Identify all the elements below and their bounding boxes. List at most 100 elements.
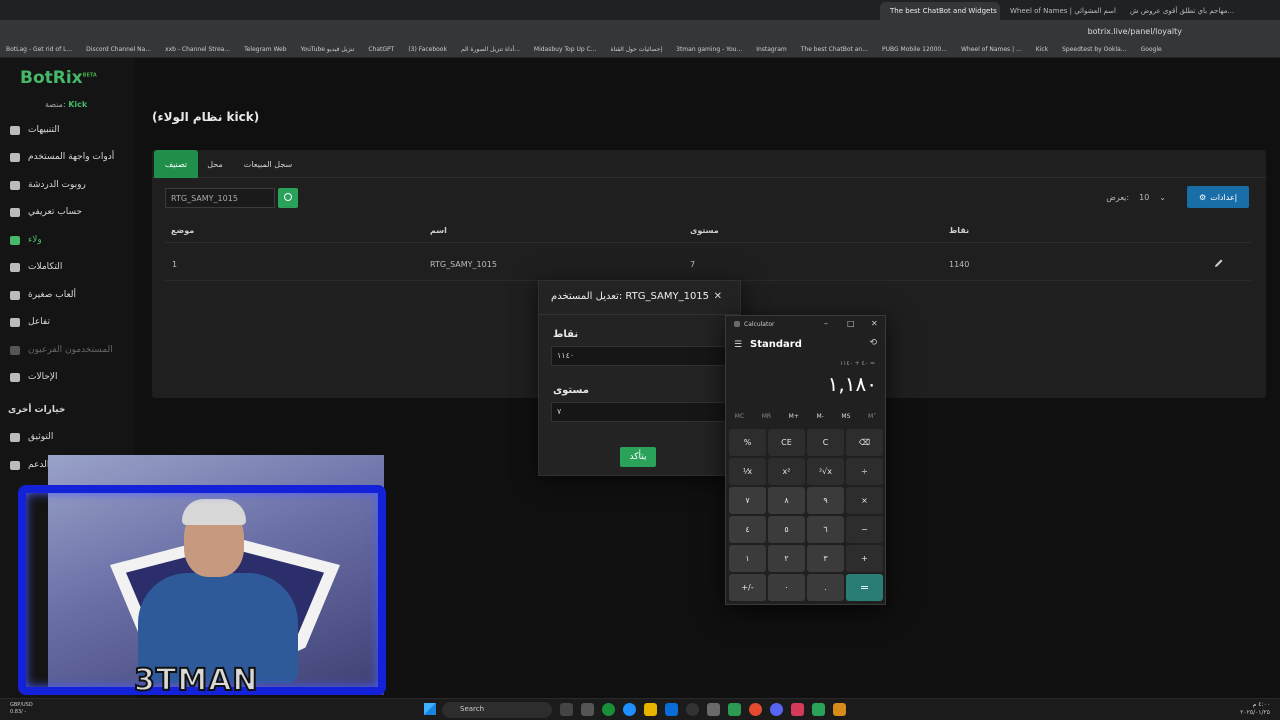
sidebar-item-alerts[interactable]: التنبيهات [10,120,130,140]
app-icon[interactable] [812,703,825,716]
sidebar-item-profile[interactable]: حساب تعريفي [10,202,130,222]
backspace-key[interactable]: ⌫ [846,429,883,456]
plus-key[interactable]: + [846,545,883,572]
percent-key[interactable]: % [729,429,766,456]
sidebar-item-games[interactable]: ألعاب صغيرة [10,285,130,305]
app-icon[interactable] [686,703,699,716]
memory-subtract-button[interactable]: M- [816,413,823,425]
app-icon[interactable] [665,703,678,716]
sidebar-item-docs[interactable]: التوثيق [10,427,130,447]
search-button[interactable] [278,188,298,208]
square-key[interactable]: x² [768,458,805,485]
tab-ranking[interactable]: تصنيف [154,150,198,178]
sidebar-item-subusers[interactable]: المستخدمون الفرعيون [10,340,130,360]
minimize-icon[interactable]: – [824,319,828,328]
bookmark-item[interactable]: Google [1141,46,1162,53]
memory-list-button[interactable]: M˅ [868,413,876,425]
sidebar-item-interaction[interactable]: تفاعل [10,312,130,332]
memory-store-button[interactable]: MS [841,413,850,425]
tab-shop[interactable]: محل [200,150,230,178]
level-input[interactable]: ٧ [551,402,731,422]
confirm-button[interactable]: يتأكد [620,447,656,467]
bookmark-item[interactable]: The best ChatBot an... [801,46,868,53]
windows-start-icon[interactable] [424,703,436,715]
divide-key[interactable]: ÷ [846,458,883,485]
close-icon[interactable]: ✕ [714,291,722,302]
search-input[interactable]: RTG_SAMY_1015 [165,188,275,208]
sidebar-item-chatbot[interactable]: روبوت الدردشة [10,175,130,195]
taskbar-search[interactable]: Search [442,702,552,718]
sidebar-item-widgets[interactable]: أدوات واجهة المستخدم [10,147,130,167]
equals-key[interactable]: = [846,574,883,601]
bookmark-item[interactable]: Wheel of Names | ... [961,46,1022,53]
bookmark-item[interactable]: ChatGPT [368,46,394,53]
minus-key[interactable]: − [846,516,883,543]
botrix-logo[interactable]: BotRixBETA [20,68,97,88]
app-icon[interactable] [791,703,804,716]
clear-entry-key[interactable]: CE [768,429,805,456]
tab-sales-log[interactable]: سجل المبيعات [236,150,300,178]
address-bar[interactable]: botrix.live/panel/loyalty [0,20,1280,42]
history-icon[interactable]: ⟲ [869,338,877,348]
browser-tab-2[interactable]: Wheel of Names | اسم العشوائي [1000,2,1120,20]
browser-tab-1[interactable]: The best ChatBot and Widgets [880,2,1000,20]
app-icon[interactable] [560,703,573,716]
bookmark-item[interactable]: إحصائيات حول القناة [610,46,662,53]
maximize-icon[interactable]: □ [847,319,855,328]
digit-1-key[interactable]: ١ [729,545,766,572]
bookmark-item[interactable]: YouTube تنزيل فيديو [301,46,355,53]
digit-9-key[interactable]: ٩ [807,487,844,514]
decimal-key[interactable]: . [807,574,844,601]
sidebar-item-loyalty[interactable]: ولاء [10,230,130,250]
bookmark-item[interactable]: Speedtest by Ookla... [1062,46,1126,53]
pencil-icon[interactable] [1214,258,1224,268]
digit-0-key[interactable]: ٠ [768,574,805,601]
reciprocal-key[interactable]: ⅟x [729,458,766,485]
column-header-level[interactable]: مستوى [690,226,719,235]
digit-8-key[interactable]: ٨ [768,487,805,514]
settings-button[interactable]: ⚙ إعدادات [1187,186,1249,208]
bookmark-item[interactable]: 3tman gaming - You... [676,46,742,53]
browser-tab-3[interactable]: مهاجم باي تطلق أقوى عروض ش... [1120,2,1240,20]
clear-key[interactable]: C [807,429,844,456]
browser-icon[interactable] [602,703,615,716]
digit-3-key[interactable]: ٣ [807,545,844,572]
app-icon[interactable] [581,703,594,716]
multiply-key[interactable]: × [846,487,883,514]
close-icon[interactable]: ✕ [871,319,878,328]
bookmark-item[interactable]: Instagram [756,46,787,53]
hamburger-menu-icon[interactable]: ☰ [734,340,742,350]
memory-clear-button[interactable]: MC [735,413,744,425]
url-text[interactable]: botrix.live/panel/loyalty [1088,27,1182,36]
bookmark-item[interactable]: Kick [1036,46,1048,53]
sidebar-item-referrals[interactable]: الإحالات [10,367,130,387]
column-header-points[interactable]: نقاط [949,226,969,235]
edge-icon[interactable] [623,703,636,716]
column-header-position[interactable]: موضع [171,226,194,235]
sqrt-key[interactable]: ²√x [807,458,844,485]
bookmark-item[interactable]: Midasbuy Top Up C... [534,46,597,53]
digit-5-key[interactable]: ٥ [768,516,805,543]
bookmark-item[interactable]: BotLag - Get rid of L... [6,46,72,53]
bookmark-item[interactable]: (3) Facebook [408,46,447,53]
app-icon[interactable] [749,703,762,716]
bookmark-item[interactable]: PUBG Mobile 12000... [882,46,947,53]
bookmark-item[interactable]: Telegram Web [244,46,286,53]
app-icon[interactable] [833,703,846,716]
digit-7-key[interactable]: ٧ [729,487,766,514]
folder-icon[interactable] [644,703,657,716]
system-clock[interactable]: ٤:٠٠ م ٢٠٢٥/٠١/٢٥ [1240,701,1270,717]
points-input[interactable]: ١١٤٠ [551,346,731,366]
digit-6-key[interactable]: ٦ [807,516,844,543]
digit-4-key[interactable]: ٤ [729,516,766,543]
digit-2-key[interactable]: ٢ [768,545,805,572]
show-count-selector[interactable]: يعرض: 10 ⌄ [1106,193,1166,202]
ticker-widget[interactable]: GBP/USD 0.83/ - [10,702,33,716]
bookmark-item[interactable]: Discord Channel Na... [86,46,151,53]
sidebar-item-integrations[interactable]: التكاملات [10,257,130,277]
app-icon[interactable] [728,703,741,716]
bookmark-item[interactable]: أداة تنزيل الصورة الم... [461,46,520,53]
negate-key[interactable]: +/- [729,574,766,601]
discord-icon[interactable] [770,703,783,716]
memory-recall-button[interactable]: MR [762,413,771,425]
